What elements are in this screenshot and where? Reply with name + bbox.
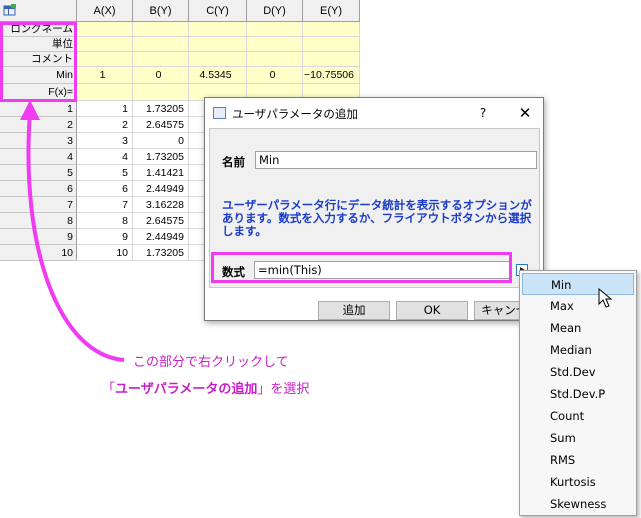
annotation-arrow: [20, 100, 125, 362]
annotation-line-1: この部分で右クリックして: [133, 355, 289, 370]
annotation-close-text: 」を選択: [257, 382, 310, 397]
annotation-open-bracket: 「: [102, 382, 116, 397]
annotation-menu-name: ユーザパラメータの追加: [115, 382, 258, 397]
annotation-line-2: 「ユーザパラメータの追加」を選択: [102, 378, 309, 397]
